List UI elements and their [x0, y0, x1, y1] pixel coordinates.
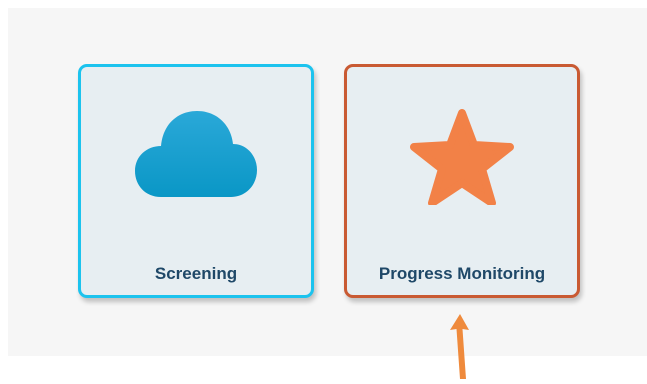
progress-monitoring-tile[interactable]: Progress Monitoring — [344, 64, 580, 298]
arrow-up-icon — [440, 310, 480, 379]
star-icon — [410, 109, 514, 210]
tile-panel: Screening Progress Monitoring — [8, 8, 647, 356]
screening-label: Screening — [154, 264, 238, 283]
cloud-icon — [133, 103, 259, 204]
progress-monitoring-label: Progress Monitoring — [378, 264, 546, 283]
screening-tile[interactable]: Screening — [78, 64, 314, 298]
